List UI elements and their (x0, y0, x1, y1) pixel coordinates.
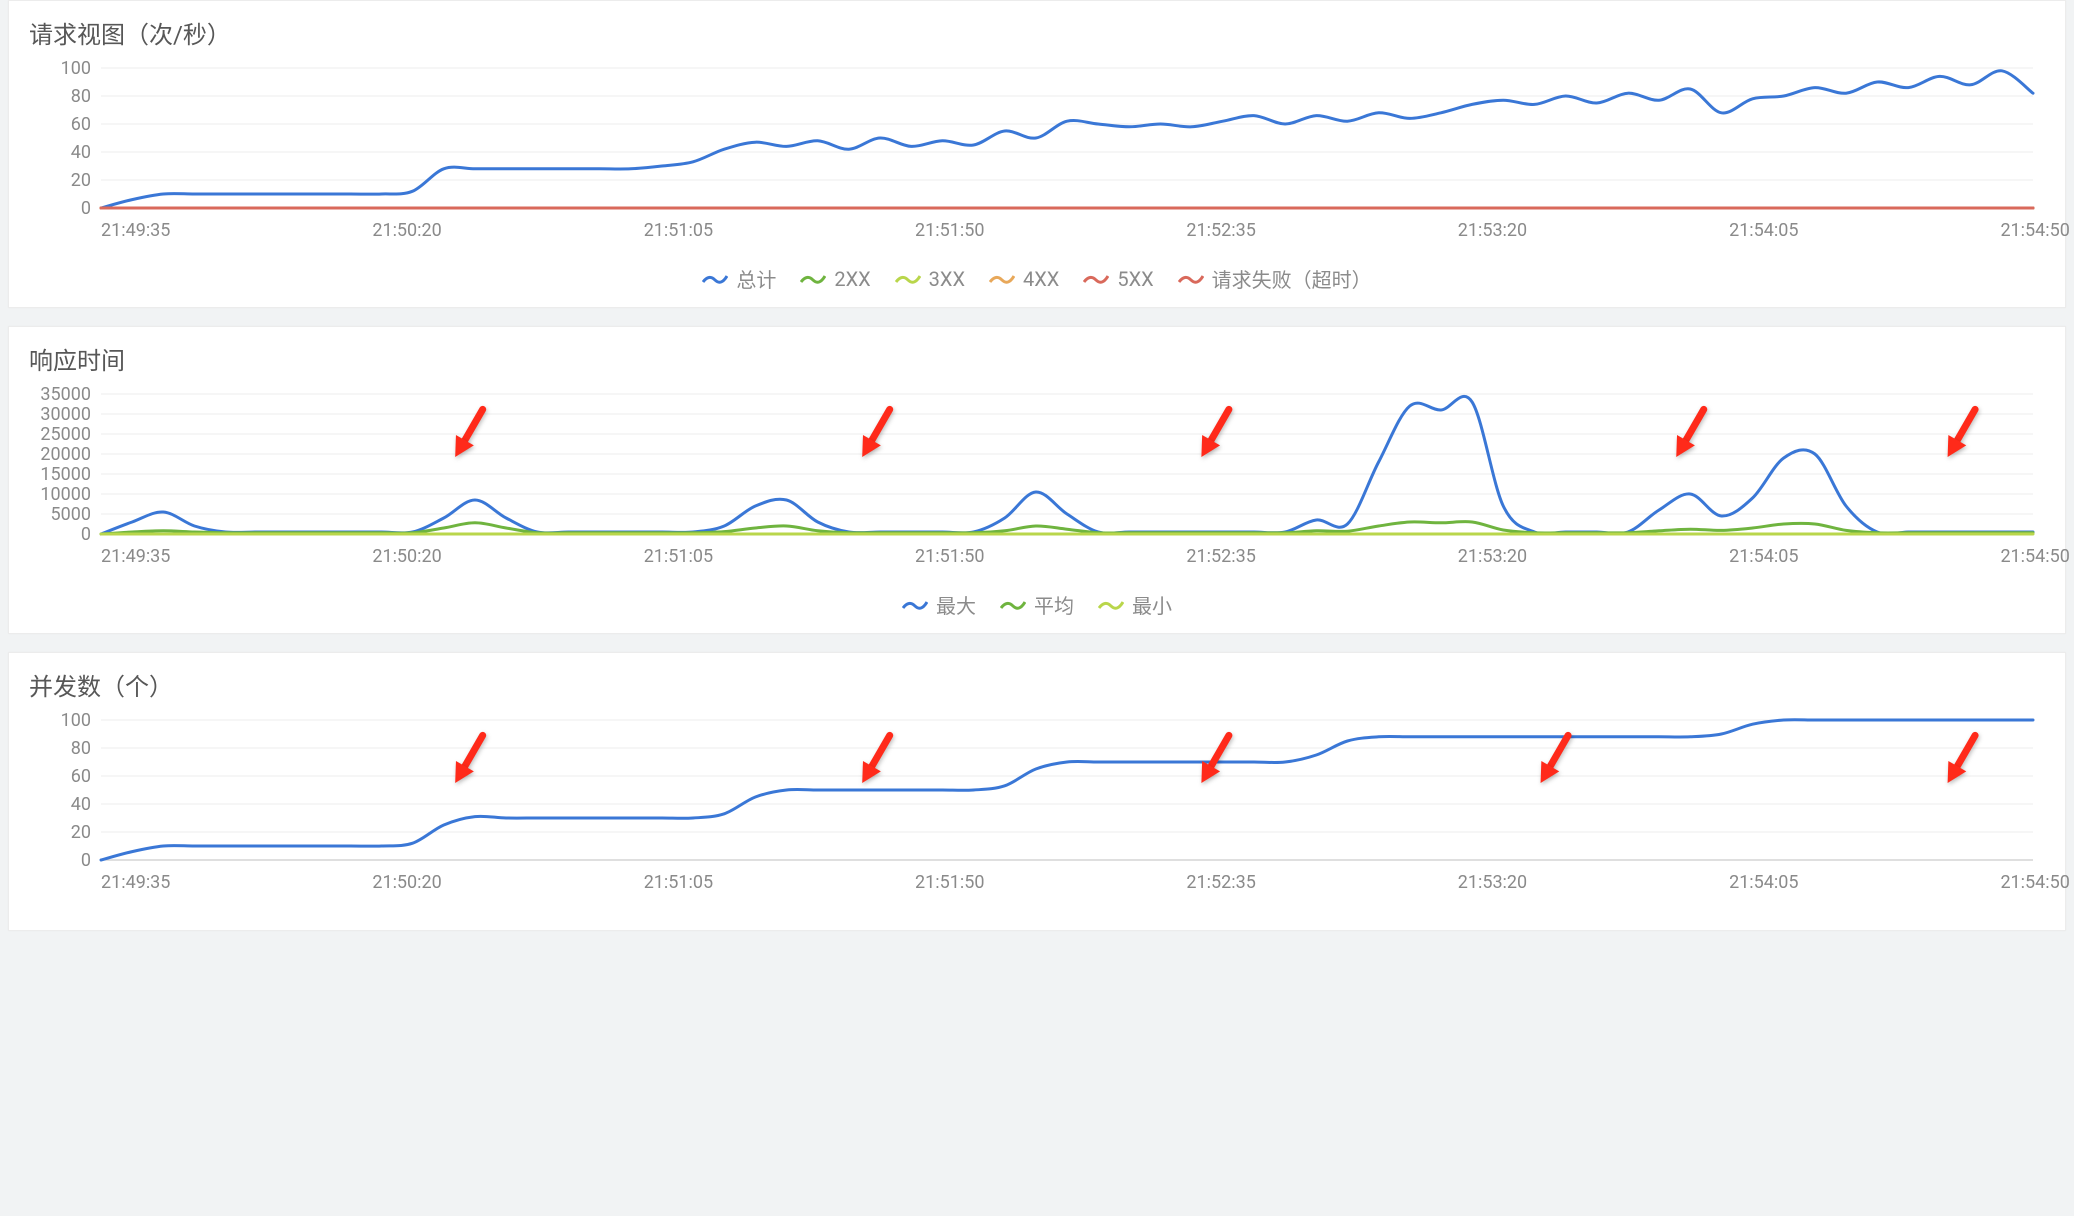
y-tick-label: 25000 (40, 424, 91, 445)
concurrency-panel: 并发数（个） 0 20 40 60 80 100 21:49:35 21:50:20 21:51… (8, 652, 2066, 931)
legend-swatch-icon (1178, 272, 1204, 286)
x-tick-label: 21:53:20 (1458, 546, 1527, 567)
y-tick-label: 15000 (40, 464, 91, 485)
concurrency-chart: 0 20 40 60 80 100 21:49:35 21:50:20 21:51:05 21:5… (31, 710, 2041, 900)
legend-item[interactable]: 最小 (1098, 590, 1172, 619)
x-tick-label: 21:53:20 (1458, 872, 1527, 893)
legend-label: 3XX (929, 267, 965, 291)
y-tick-label: 40 (71, 794, 91, 815)
x-tick-label: 21:54:05 (1729, 220, 1798, 241)
legend-swatch-icon (989, 272, 1015, 286)
legend-swatch-icon (902, 598, 928, 612)
x-tick-label: 21:51:05 (644, 872, 713, 893)
x-tick-label: 21:52:35 (1186, 546, 1255, 567)
y-tick-label: 20 (71, 822, 91, 843)
requests-legend[interactable]: 总计 2XX 3XX 4XX 5XX 请求失败（超时） (19, 248, 2055, 299)
legend-item[interactable]: 平均 (1000, 590, 1074, 619)
legend-item[interactable]: 2XX (800, 267, 870, 291)
legend-label: 5XX (1117, 267, 1153, 291)
x-tick-label: 21:54:50 (2000, 546, 2069, 567)
concurrency-legend[interactable] (19, 900, 2055, 922)
x-tick-label: 21:51:50 (915, 220, 984, 241)
legend-swatch-icon (1000, 598, 1026, 612)
concurrency-title: 并发数（个） (19, 667, 2055, 702)
series-line-平均 (101, 522, 2033, 534)
x-tick-label: 21:50:20 (372, 220, 441, 241)
x-tick-label: 21:49:35 (101, 220, 170, 241)
legend-label: 最大 (936, 590, 976, 619)
concurrency-svg: 0 20 40 60 80 100 21:49:35 21:50:20 21:51:05 21:5… (31, 710, 2041, 900)
x-tick-label: 21:54:50 (2000, 872, 2069, 893)
legend-label: 最小 (1132, 590, 1172, 619)
series-line-最大 (101, 396, 2033, 534)
legend-swatch-icon (1098, 598, 1124, 612)
y-tick-label: 0 (81, 850, 91, 871)
y-tick-label: 100 (61, 710, 91, 731)
response-time-legend[interactable]: 最大 平均 最小 (19, 574, 2055, 625)
legend-item[interactable]: 总计 (702, 264, 776, 293)
y-tick-label: 10000 (40, 484, 91, 505)
legend-swatch-icon (702, 272, 728, 286)
legend-item[interactable]: 请求失败（超时） (1178, 264, 1372, 293)
x-tick-label: 21:51:50 (915, 546, 984, 567)
x-tick-label: 21:54:05 (1729, 546, 1798, 567)
y-tick-label: 60 (71, 114, 91, 135)
legend-label: 请求失败（超时） (1212, 264, 1372, 293)
x-tick-label: 21:51:05 (644, 546, 713, 567)
series-line-并发 (101, 720, 2033, 860)
y-tick-label: 100 (61, 58, 91, 79)
series-line-总计 (101, 71, 2033, 208)
requests-title: 请求视图（次/秒） (19, 15, 2055, 50)
requests-svg: 0 20 40 60 80 100 21:49:35 21:50:20 21:51:05 21:5… (31, 58, 2041, 248)
y-tick-label: 0 (81, 524, 91, 545)
legend-swatch-icon (895, 272, 921, 286)
y-tick-label: 30000 (40, 404, 91, 425)
x-tick-label: 21:49:35 (101, 546, 170, 567)
legend-item[interactable]: 3XX (895, 267, 965, 291)
response-time-panel: 响应时间 05000100001500020000250003000035000… (8, 326, 2066, 634)
y-tick-label: 35000 (40, 384, 91, 405)
x-tick-label: 21:54:50 (2000, 220, 2069, 241)
legend-label: 2XX (834, 267, 870, 291)
legend-label: 平均 (1034, 590, 1074, 619)
x-tick-label: 21:51:50 (915, 872, 984, 893)
legend-item[interactable]: 最大 (902, 590, 976, 619)
y-tick-label: 5000 (51, 504, 91, 525)
legend-swatch-icon (1083, 272, 1109, 286)
x-tick-label: 21:50:20 (372, 546, 441, 567)
x-tick-label: 21:53:20 (1458, 220, 1527, 241)
x-tick-label: 21:49:35 (101, 872, 170, 893)
y-tick-label: 20 (71, 170, 91, 191)
y-tick-label: 0 (81, 198, 91, 219)
x-tick-label: 21:52:35 (1186, 872, 1255, 893)
response-time-svg: 05000100001500020000250003000035000 21:49… (31, 384, 2041, 574)
y-tick-label: 60 (71, 766, 91, 787)
legend-item[interactable]: 4XX (989, 267, 1059, 291)
legend-item[interactable]: 5XX (1083, 267, 1153, 291)
x-tick-label: 21:51:05 (644, 220, 713, 241)
response-time-title: 响应时间 (19, 341, 2055, 376)
legend-label: 4XX (1023, 267, 1059, 291)
x-tick-label: 21:52:35 (1186, 220, 1255, 241)
y-tick-label: 20000 (40, 444, 91, 465)
x-tick-label: 21:50:20 (372, 872, 441, 893)
requests-panel: 请求视图（次/秒） 0 20 40 60 80 100 21:49:35 21:50:20 21… (8, 0, 2066, 308)
y-tick-label: 80 (71, 738, 91, 759)
legend-swatch-icon (800, 272, 826, 286)
requests-chart: 0 20 40 60 80 100 21:49:35 21:50:20 21:51:05 21:5… (31, 58, 2041, 248)
y-tick-label: 40 (71, 142, 91, 163)
response-time-chart: 05000100001500020000250003000035000 21:49… (31, 384, 2041, 574)
legend-label: 总计 (736, 264, 776, 293)
y-tick-label: 80 (71, 86, 91, 107)
x-tick-label: 21:54:05 (1729, 872, 1798, 893)
